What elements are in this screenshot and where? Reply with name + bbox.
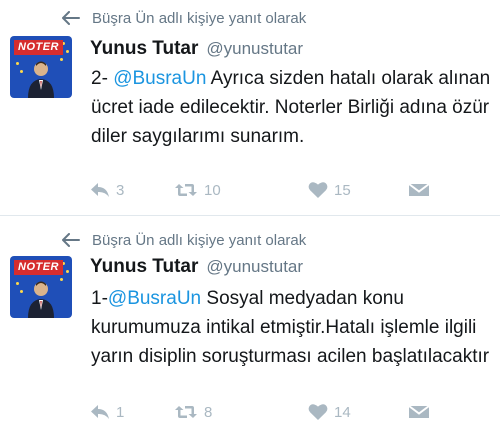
reply-context-label: Büşra Ün adlı kişiye yanıt olarak: [92, 9, 307, 27]
reply-button[interactable]: 3: [90, 178, 124, 202]
envelope-icon: [408, 183, 430, 196]
retweet-button[interactable]: 8: [174, 400, 212, 424]
reply-arrow-icon: [62, 11, 80, 25]
reply-count: 1: [116, 403, 125, 421]
reply-context: Büşra Ün adlı kişiye yanıt olarak: [62, 6, 306, 30]
reply-context: Büşra Ün adlı kişiye yanıt olarak: [62, 228, 306, 252]
reply-arrow-icon: [62, 233, 80, 247]
reply-count: 3: [116, 181, 125, 199]
tweet-actions: 3 10 15: [90, 178, 460, 202]
tweet-text: 1-@BusraUn Sosyal medyadan konu kurumumu…: [91, 284, 491, 371]
envelope-icon: [408, 405, 430, 418]
avatar[interactable]: NOTER: [10, 256, 72, 318]
tweet[interactable]: Büşra Ün adlı kişiye yanıt olarak NOTER …: [0, 216, 500, 439]
display-name[interactable]: Yunus Tutar: [90, 38, 198, 60]
heart-icon: [308, 404, 328, 420]
tweet[interactable]: Büşra Ün adlı kişiye yanıt olarak NOTER …: [0, 0, 500, 216]
user-handle[interactable]: @yunustutar: [206, 39, 303, 59]
reply-icon: [91, 405, 109, 419]
reply-button[interactable]: 1: [90, 400, 124, 424]
direct-message-button[interactable]: [408, 400, 430, 424]
reply-context-label: Büşra Ün adlı kişiye yanıt olarak: [92, 231, 307, 249]
tweet-header: Yunus Tutar @yunustutar: [90, 38, 303, 66]
tweet-text-prefix: 2-: [91, 68, 114, 89]
mention-link[interactable]: @BusraUn: [113, 68, 206, 89]
retweet-count: 8: [204, 403, 213, 421]
retweet-icon: [175, 406, 197, 418]
direct-message-button[interactable]: [408, 178, 430, 202]
person-photo-icon: [28, 61, 54, 98]
user-handle[interactable]: @yunustutar: [206, 257, 303, 277]
tweet-actions: 1 8 14: [90, 400, 460, 424]
retweet-count: 10: [204, 181, 221, 199]
tweet-header: Yunus Tutar @yunustutar: [90, 256, 303, 284]
display-name[interactable]: Yunus Tutar: [90, 256, 198, 278]
heart-icon: [308, 182, 328, 198]
tweet-text: 2- @BusraUn Ayrıca sizden hatalı olarak …: [91, 64, 491, 151]
like-count: 15: [334, 181, 351, 199]
tweet-text-prefix: 1-: [91, 288, 108, 309]
retweet-icon: [175, 184, 197, 196]
avatar-banner: NOTER: [14, 260, 63, 275]
avatar[interactable]: NOTER: [10, 36, 72, 98]
avatar-banner: NOTER: [14, 40, 63, 55]
person-photo-icon: [28, 281, 54, 318]
like-button[interactable]: 15: [308, 178, 351, 202]
mention-link[interactable]: @BusraUn: [108, 288, 201, 309]
like-button[interactable]: 14: [308, 400, 351, 424]
like-count: 14: [334, 403, 351, 421]
reply-icon: [91, 183, 109, 197]
retweet-button[interactable]: 10: [174, 178, 221, 202]
